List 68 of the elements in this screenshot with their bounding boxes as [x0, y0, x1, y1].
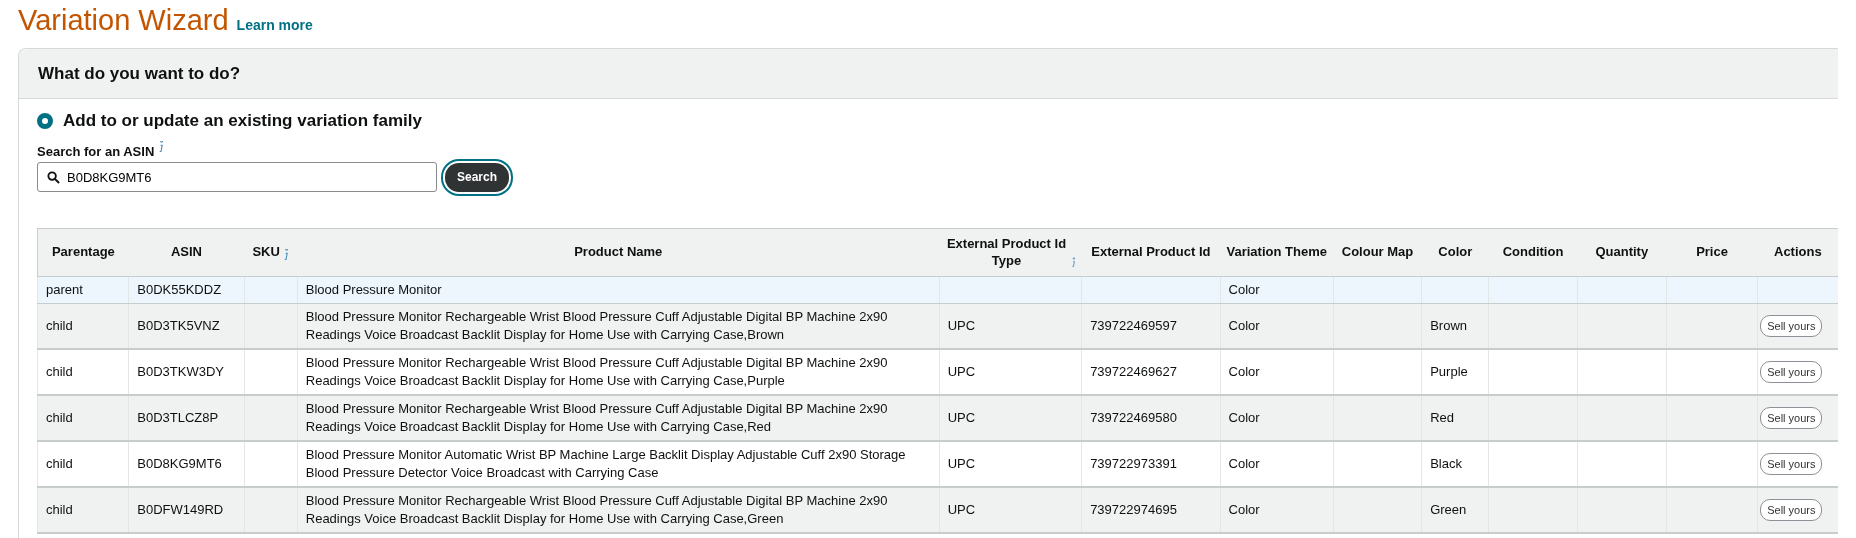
table-cell: Color — [1228, 282, 1260, 298]
sell-yours-button[interactable]: Sell yours — [1760, 453, 1823, 475]
table-cell: B0DK55KDDZ — [137, 282, 222, 298]
column-header: Product Name — [574, 244, 663, 261]
table-cell: Blood Pressure Monitor Rechargeable Wrist Blood Pressure Cuff Adjustable Digital BP Machine 2x90 Readings Voice Broadcast Backlit Display for Home Use with Carrying Case,Red — [305, 401, 888, 434]
table-cell: Brown — [1430, 318, 1468, 334]
column-header: External Product Id — [1091, 244, 1211, 261]
column-header: Price — [1696, 244, 1728, 261]
table-cell: UPC — [947, 456, 976, 472]
table-cell: child — [46, 410, 73, 426]
column-header: SKU — [252, 244, 280, 261]
table-cell: B0D3TLCZ8P — [137, 410, 219, 426]
column-header: Parentage — [51, 244, 115, 261]
table-cell: 739722469597 — [1090, 318, 1177, 334]
table-cell: B0D3TKW3DY — [137, 364, 224, 380]
table-cell: 739722973391 — [1090, 456, 1177, 472]
sell-yours-button[interactable]: Sell yours — [1760, 499, 1823, 521]
table-cell: B0DFW149RD — [137, 502, 224, 518]
table-cell: child — [46, 456, 73, 472]
table-cell: 739722469627 — [1090, 364, 1177, 380]
table-cell: Blood Pressure Monitor Automatic Wrist BP Machine Large Backlit Display Adjustable Cuff 2x90 Storage Blood Pressure Detector Voice Broadcast with Carrying Case — [305, 447, 906, 480]
table-cell: child — [46, 318, 73, 334]
column-header: ASIN — [170, 244, 202, 261]
search-label: Search for an ASIN — [37, 144, 155, 159]
table-cell: B0D8KG9MT6 — [137, 456, 222, 472]
table-cell: Blood Pressure Monitor Rechargeable Wrist Blood Pressure Cuff Adjustable Digital BP Machine 2x90 Readings Voice Broadcast Backlit Display for Home Use with Carrying Case,Brown — [305, 309, 888, 342]
table-cell: Color — [1228, 502, 1260, 518]
column-header: Colour Map — [1341, 244, 1414, 261]
sell-yours-button[interactable]: Sell yours — [1760, 361, 1823, 383]
info-icon[interactable] — [1070, 257, 1076, 270]
table-cell: Blood Pressure Monitor — [305, 282, 442, 298]
table-cell: Color — [1228, 456, 1260, 472]
table-cell: 739722469580 — [1090, 410, 1177, 426]
option-label: Add to or update an existing variation family — [63, 111, 422, 131]
table-cell: Color — [1228, 410, 1260, 426]
info-icon[interactable] — [282, 248, 289, 261]
column-header: Quantity — [1595, 244, 1649, 261]
table-cell: Purple — [1430, 364, 1468, 380]
table-cell: Black — [1430, 456, 1462, 472]
column-header: Actions — [1774, 244, 1822, 261]
table-cell: 739722974695 — [1090, 502, 1177, 518]
info-icon[interactable] — [158, 141, 165, 153]
radio-button[interactable] — [37, 113, 53, 129]
column-header: External Product Id Type — [945, 235, 1068, 270]
table-cell: UPC — [947, 318, 976, 334]
column-header: Condition — [1502, 244, 1564, 261]
table-cell: parent — [46, 282, 83, 298]
table-cell: UPC — [947, 364, 976, 380]
table-cell: Blood Pressure Monitor Rechargeable Wrist Blood Pressure Cuff Adjustable Digital BP Machine 2x90 Readings Voice Broadcast Backlit Display for Home Use with Carrying Case,Green — [305, 493, 888, 526]
column-header: Variation Theme — [1226, 244, 1327, 261]
learn-more-link[interactable]: Learn more — [236, 17, 313, 33]
table-cell: child — [46, 502, 73, 518]
sell-yours-button[interactable]: Sell yours — [1760, 407, 1823, 429]
table-cell: UPC — [947, 410, 976, 426]
panel-heading: What do you want to do? — [38, 63, 241, 84]
search-icon — [47, 171, 60, 184]
table-cell: Color — [1228, 318, 1260, 334]
table-cell: Blood Pressure Monitor Rechargeable Wrist Blood Pressure Cuff Adjustable Digital BP Machine 2x90 Readings Voice Broadcast Backlit Display for Home Use with Carrying Case,Purple — [305, 355, 888, 388]
table-cell: Color — [1228, 364, 1260, 380]
table-cell: B0D3TK5VNZ — [137, 318, 220, 334]
table-cell: UPC — [947, 502, 976, 518]
search-field[interactable]: B0D8KG9MT6 — [37, 162, 437, 192]
table-cell: child — [46, 364, 73, 380]
sell-yours-button[interactable]: Sell yours — [1760, 315, 1823, 337]
page-title: Variation Wizard — [18, 4, 229, 37]
column-header: Color — [1438, 244, 1473, 261]
table-cell: Green — [1430, 502, 1467, 518]
table-cell: Red — [1430, 410, 1455, 426]
